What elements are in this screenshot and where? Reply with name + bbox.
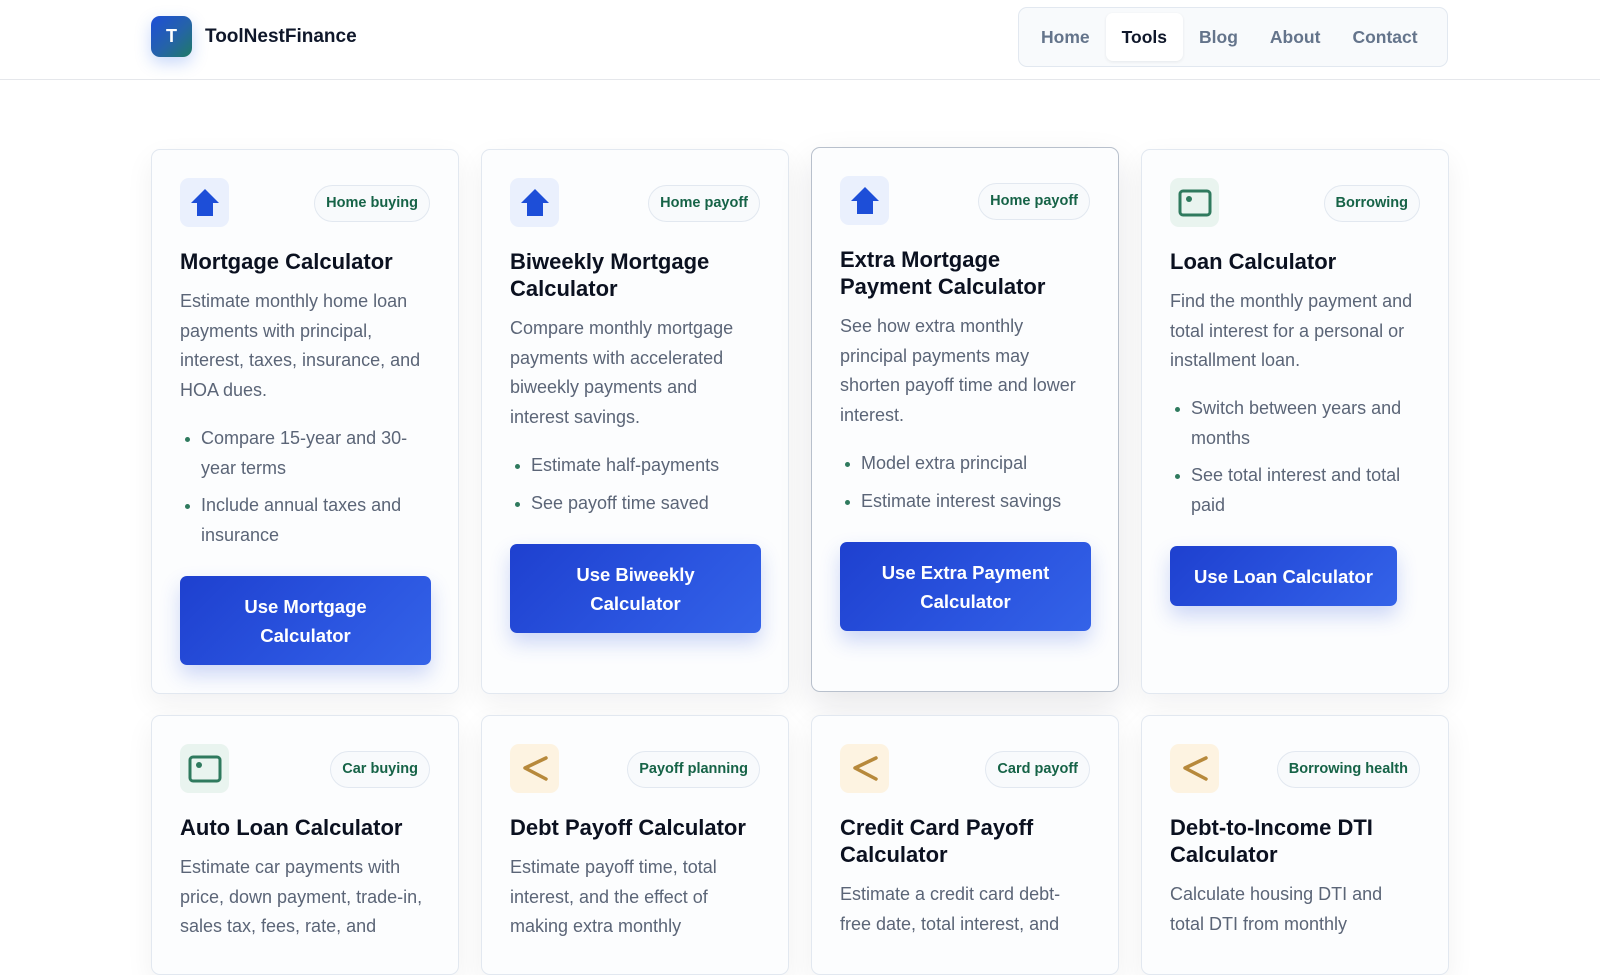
card-description: Estimate a credit card debt-free date, t… <box>840 884 1061 934</box>
tool-card-biweekly[interactable]: Home payoff Biweekly Mortgage Calculator… <box>481 149 789 694</box>
card-description: Calculate housing DTI and total DTI from… <box>1170 884 1383 934</box>
wallet-icon <box>1170 178 1219 227</box>
category-tag: Home payoff <box>648 185 760 222</box>
card-title: Debt Payoff Calculator <box>510 815 746 840</box>
brand-logo[interactable]: T <box>151 16 192 57</box>
feature-item: Model extra principal <box>840 449 1090 479</box>
house-icon <box>180 178 229 227</box>
feature-item: Estimate half-payments <box>510 451 760 481</box>
feature-list: Switch between years and months See tota… <box>1170 394 1420 528</box>
use-extra-payment-calculator-button[interactable]: Use Extra Payment Calculator <box>840 542 1091 631</box>
card-description: Estimate monthly home loan payments with… <box>180 291 421 400</box>
card-description: Compare monthly mortgage payments with a… <box>510 318 734 427</box>
card-title: Debt-to-Income DTI Calculator <box>1170 815 1373 867</box>
card-title: Mortgage Calculator <box>180 249 393 274</box>
card-title: Loan Calculator <box>1170 249 1337 274</box>
tool-card-loan[interactable]: Borrowing Loan Calculator Find the month… <box>1141 149 1449 694</box>
main-nav: Home Tools Blog About Contact <box>1018 7 1448 67</box>
tool-card-extra-payment[interactable]: Home payoff Extra Mortgage Payment Calcu… <box>811 147 1119 692</box>
card-title: Biweekly Mortgage Calculator <box>510 249 710 301</box>
category-tag: Card payoff <box>985 751 1090 788</box>
feature-list: Compare 15-year and 30-year terms Includ… <box>180 424 430 558</box>
tool-card-credit-card-payoff[interactable]: Card payoff Credit Card Payoff Calculato… <box>811 715 1119 975</box>
card-description: Estimate car payments with price, down p… <box>180 857 423 936</box>
feature-list: Model extra principal Estimate interest … <box>840 449 1090 524</box>
card-description: Estimate payoff time, total interest, an… <box>510 857 717 936</box>
wallet-icon <box>180 744 229 793</box>
feature-list: Estimate half-payments See payoff time s… <box>510 451 760 526</box>
card-description: Find the monthly payment and total inter… <box>1170 291 1413 370</box>
feature-item: See payoff time saved <box>510 489 760 519</box>
use-biweekly-calculator-button[interactable]: Use Biweekly Calculator <box>510 544 761 633</box>
category-tag: Home payoff <box>978 183 1090 220</box>
nav-about[interactable]: About <box>1254 13 1337 61</box>
brand-name[interactable]: ToolNestFinance <box>205 26 357 48</box>
tool-card-auto-loan[interactable]: Car buying Auto Loan Calculator Estimate… <box>151 715 459 975</box>
chevron-left-icon <box>510 744 559 793</box>
chevron-left-icon <box>840 744 889 793</box>
house-icon <box>510 178 559 227</box>
feature-item: Estimate interest savings <box>840 487 1090 517</box>
tool-card-dti[interactable]: Borrowing health Debt-to-Income DTI Calc… <box>1141 715 1449 975</box>
use-mortgage-calculator-button[interactable]: Use Mortgage Calculator <box>180 576 431 665</box>
tool-card-mortgage[interactable]: Home buying Mortgage Calculator Estimate… <box>151 149 459 694</box>
brand[interactable]: T ToolNestFinance <box>151 16 357 57</box>
card-title: Extra Mortgage Payment Calculator <box>840 247 1046 299</box>
tool-card-debt-payoff[interactable]: Payoff planning Debt Payoff Calculator E… <box>481 715 789 975</box>
category-tag: Home buying <box>314 185 430 222</box>
card-title: Credit Card Payoff Calculator <box>840 815 1034 867</box>
feature-item: Switch between years and months <box>1170 394 1420 453</box>
house-icon <box>840 176 889 225</box>
feature-item: Include annual taxes and insurance <box>180 491 430 550</box>
category-tag: Borrowing health <box>1276 751 1420 788</box>
category-tag: Borrowing <box>1323 185 1420 222</box>
nav-contact[interactable]: Contact <box>1336 13 1433 61</box>
nav-blog[interactable]: Blog <box>1183 13 1254 61</box>
feature-item: Compare 15-year and 30-year terms <box>180 424 430 483</box>
category-tag: Car buying <box>330 751 430 788</box>
chevron-left-icon <box>1170 744 1219 793</box>
nav-tools[interactable]: Tools <box>1105 13 1183 61</box>
use-loan-calculator-button[interactable]: Use Loan Calculator <box>1170 546 1397 606</box>
card-title: Auto Loan Calculator <box>180 815 403 840</box>
card-description: See how extra monthly principal payments… <box>840 316 1076 425</box>
category-tag: Payoff planning <box>627 751 760 788</box>
feature-item: See total interest and total paid <box>1170 461 1420 520</box>
site-header: T ToolNestFinance Home Tools Blog About … <box>0 0 1600 80</box>
nav-home[interactable]: Home <box>1025 13 1106 61</box>
